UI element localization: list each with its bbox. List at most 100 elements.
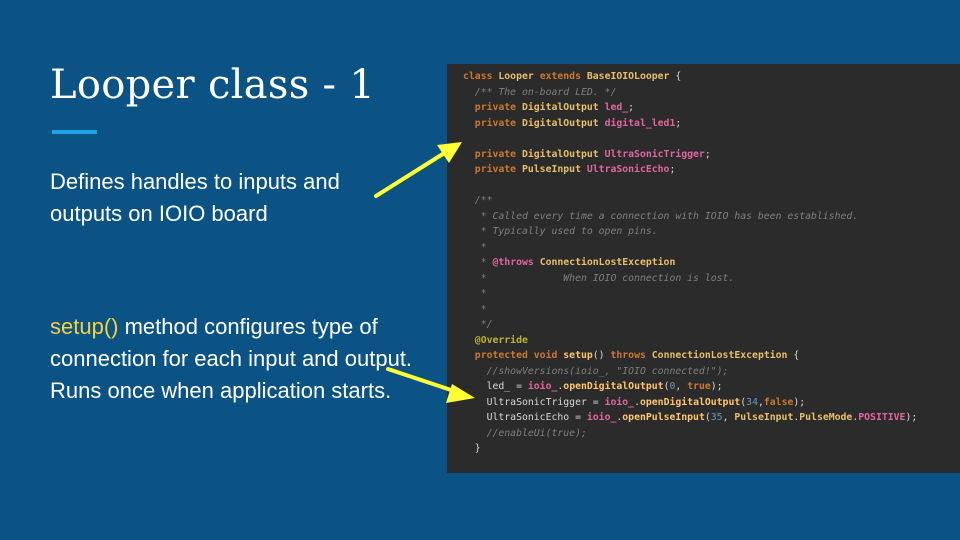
code-token: //enableUi(true); [463,427,587,439]
code-token: void [533,350,564,361]
code-token: ioio_ [586,412,617,423]
code-token: throws [610,350,652,361]
code-line: private PulseInput UltraSonicEcho; [463,162,917,178]
code-token: = [510,381,528,392]
code-line: @Override [463,333,917,349]
code-token: openDigitalOutput [639,396,741,408]
setup-method-highlight: setup() [50,314,119,339]
code-token: POSITIVE [858,412,906,423]
code-token: openDigitalOutput [563,381,664,392]
code-token: ); [710,381,723,392]
code-token: * [463,257,493,268]
code-line: private DigitalOutput UltraSonicTrigger; [463,147,917,163]
code-token: , [722,412,735,423]
code-token: digital_led1 [604,117,676,129]
code-token: @throws [492,257,540,268]
code-line: */ [463,317,917,333]
code-line: /** The on-board LED. */ [463,85,917,101]
code-token: DigitalOutput [521,148,605,160]
code-line: led_ = ioio_.openDigitalOutput(0, true); [463,379,917,395]
code-screenshot: class Looper extends BaseIOIOLooper { /*… [447,64,960,473]
code-token: */ [463,319,493,330]
code-line: UltraSonicTrigger = ioio_.openDigitalOut… [463,395,917,411]
code-line: class Looper extends BaseIOIOLooper { [463,69,917,85]
code-token: /** The on-board LED. */ [463,86,617,98]
code-token: ; [669,164,676,175]
code-token: led_ [463,381,511,392]
code-token: * Typically used to open pins. [463,226,658,237]
code-token: BaseIOIOLooper [586,71,670,82]
code-token: private [463,164,522,175]
code-token: ConnectionLostException [651,350,788,361]
code-line: * [463,240,917,256]
code-token: ; [704,148,711,160]
code-token: , [675,381,688,392]
code-token: /** [463,195,493,206]
code-token: Looper [498,71,540,82]
code-line: /** [463,193,917,209]
code-token: UltraSonicTrigger [463,396,587,408]
code-token: ConnectionLostException [539,257,676,268]
code-token: false [763,396,794,408]
code-token: = [586,396,605,408]
code-token: UltraSonicEcho [463,412,570,423]
code-token: led_ [604,102,629,113]
code-token: ioio_ [604,396,635,408]
code-token: PulseInput [521,164,587,175]
code-line: * [463,302,917,318]
code-token: 35 [710,412,723,423]
code-line: private DigitalOutput digital_led1; [463,116,917,132]
code-block: class Looper extends BaseIOIOLooper { /*… [463,69,917,457]
code-token: //showVersions(ioio_, "IOIO connected!")… [463,365,729,377]
handles-description: Defines handles to inputs and outputs on… [50,169,340,226]
code-line: protected void setup() throws Connection… [463,348,917,364]
title-accent-bar [52,130,97,134]
code-token: * [463,288,487,299]
code-token: ; [628,102,635,113]
code-token: UltraSonicTrigger [604,148,705,160]
code-line: * Called every time a connection with IO… [463,209,917,225]
code-token: protected [463,350,534,361]
code-token: * When IOIO connection is lost. [463,272,735,284]
slide-title: Looper class - 1 [50,62,376,108]
code-token: class [463,71,499,82]
code-token: PulseInput [734,412,794,423]
code-token: DigitalOutput [521,102,605,113]
code-line: } [463,441,917,457]
code-token: setup [563,350,593,361]
code-token: UltraSonicEcho [586,164,670,175]
code-token: true [687,381,711,392]
code-token: { [787,350,800,361]
code-line: * @throws ConnectionLostException [463,255,917,271]
code-token: * Called every time a connection with IO… [463,210,859,222]
setup-description: setup() method configures type of connec… [50,311,445,407]
code-token: PulseMode [799,412,853,423]
code-token: private [463,102,522,113]
code-token: ); [793,396,806,408]
code-line: private DigitalOutput led_; [463,100,917,116]
code-line: UltraSonicEcho = ioio_.openPulseInput(35… [463,410,918,426]
code-token: ); [905,412,918,423]
code-token: () [592,350,611,361]
code-token: ; [675,117,682,129]
code-token: openPulseInput [622,412,705,423]
code-line: * When IOIO connection is lost. [463,271,917,287]
code-token: = [569,412,587,423]
code-token: @Override [463,334,528,346]
code-token: extends [539,71,587,82]
code-token: * [463,241,487,253]
code-token: DigitalOutput [521,117,605,129]
code-token: * [463,303,487,315]
code-line: * [463,286,917,302]
code-line: //enableUi(true); [463,426,917,442]
code-token: } [463,443,481,454]
code-token: 34 [746,396,758,408]
code-token: private [463,117,522,129]
code-line: //showVersions(ioio_, "IOIO connected!")… [463,364,917,380]
code-token: private [463,148,522,160]
code-token: { [669,71,682,82]
code-token: ioio_ [527,381,558,392]
code-line: * Typically used to open pins. [463,224,917,240]
